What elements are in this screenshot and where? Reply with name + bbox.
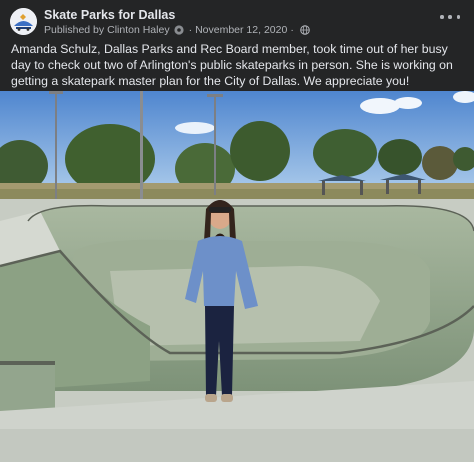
more-options-icon-dot bbox=[440, 15, 444, 19]
page-avatar[interactable] bbox=[10, 8, 37, 35]
page-name-link[interactable]: Skate Parks for Dallas bbox=[44, 8, 175, 22]
gear-icon[interactable] bbox=[173, 25, 184, 35]
post-meta: Published by Clinton Haley · November 12… bbox=[44, 24, 310, 36]
globe-icon bbox=[300, 25, 310, 35]
post-text: Amanda Schulz, Dallas Parks and Rec Boar… bbox=[11, 42, 453, 89]
skate-park-logo-icon bbox=[10, 8, 37, 35]
meta-separator-2: · bbox=[290, 24, 294, 36]
more-options-icon-dot bbox=[448, 15, 452, 19]
post-photo[interactable] bbox=[0, 91, 474, 462]
meta-separator: · bbox=[188, 24, 193, 36]
post-date[interactable]: November 12, 2020 bbox=[195, 24, 287, 36]
publisher-name[interactable]: Clinton Haley bbox=[107, 24, 169, 36]
published-prefix: Published by bbox=[44, 24, 105, 36]
more-options-button[interactable] bbox=[440, 10, 460, 24]
post-header: Skate Parks for Dallas Published by Clin… bbox=[0, 0, 474, 40]
more-options-icon-dot bbox=[456, 15, 460, 19]
